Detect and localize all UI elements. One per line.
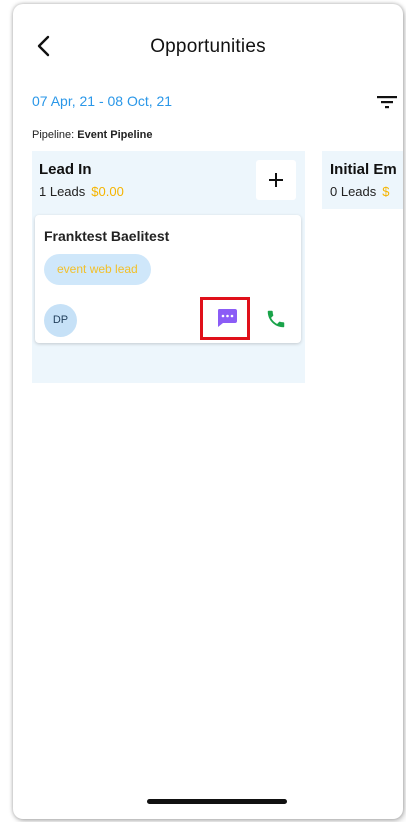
page-title: Opportunities bbox=[150, 36, 266, 57]
message-icon bbox=[218, 309, 237, 327]
pipeline-name[interactable]: Event Pipeline bbox=[77, 129, 152, 141]
lead-source-tag: event web lead bbox=[44, 254, 151, 285]
lead-name: Franktest Baelitest bbox=[44, 228, 170, 244]
column-amount: $ bbox=[382, 184, 390, 199]
message-button[interactable] bbox=[216, 308, 238, 328]
app-header: Opportunities bbox=[13, 26, 403, 66]
pipeline-label: Pipeline: Event Pipeline bbox=[32, 129, 152, 141]
phone-screen: Opportunities 07 Apr, 21 - 08 Oct, 21 Pi… bbox=[13, 4, 403, 819]
plus-icon bbox=[269, 173, 283, 187]
pipeline-label-text: Pipeline: bbox=[32, 129, 75, 141]
opportunity-card[interactable]: Franktest Baelitest event web lead DP bbox=[35, 215, 301, 343]
column-lead-count: 0 Leads bbox=[330, 184, 377, 199]
filter-button[interactable] bbox=[375, 92, 399, 112]
filter-icon bbox=[377, 96, 397, 109]
home-indicator[interactable] bbox=[147, 799, 287, 804]
column-lead-count: 1 Leads bbox=[39, 184, 86, 199]
column-summary: 0 Leads $ bbox=[330, 184, 390, 199]
date-range[interactable]: 07 Apr, 21 - 08 Oct, 21 bbox=[32, 93, 172, 109]
column-title: Lead In bbox=[39, 161, 92, 178]
add-lead-button[interactable] bbox=[256, 160, 296, 200]
avatar[interactable]: DP bbox=[44, 304, 77, 337]
call-button[interactable] bbox=[265, 308, 287, 330]
column-title: Initial Em bbox=[330, 161, 397, 178]
phone-icon bbox=[267, 310, 285, 328]
column-amount: $0.00 bbox=[91, 184, 124, 199]
pipeline-column-initial: Initial Em 0 Leads $ bbox=[322, 151, 403, 209]
column-summary: 1 Leads $0.00 bbox=[39, 184, 124, 199]
